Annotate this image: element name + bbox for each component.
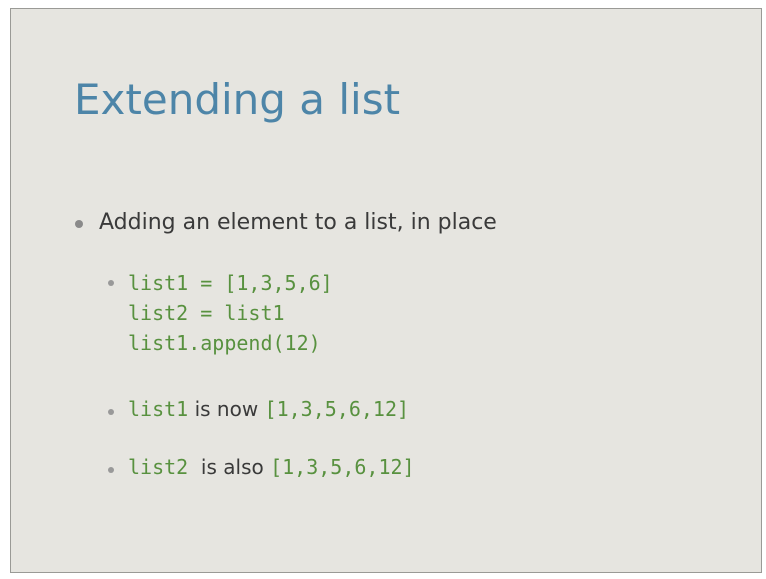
- code-block: list1 = [1,3,5,6] list2 = list1 list1.ap…: [128, 268, 333, 358]
- code-line: list2 = list1: [128, 301, 285, 325]
- slide-title: Extending a list: [74, 75, 401, 124]
- inline-code-list2: list2: [128, 455, 189, 479]
- code-line: list1.append(12): [128, 331, 321, 355]
- bullet-dot-icon: [108, 409, 114, 415]
- bullet-dot-icon: [75, 220, 83, 228]
- bullet-dot-icon: [108, 280, 114, 286]
- bullet-list2-result: list2 is also [1,3,5,6,12]: [128, 455, 415, 480]
- inline-code-list1-value: [1,3,5,6,12]: [264, 397, 410, 421]
- bullet-list2-text: is also: [188, 455, 271, 479]
- inline-code-list1: list1: [128, 397, 189, 421]
- main-bullet-text: Adding an element to a list, in place: [99, 210, 497, 235]
- inline-code-list2-value: [1,3,5,6,12]: [270, 455, 415, 479]
- slide: Extending a list Adding an element to a …: [10, 8, 762, 573]
- bullet-dot-icon: [108, 467, 114, 473]
- code-line: list1 = [1,3,5,6]: [128, 271, 333, 295]
- bullet-list1-result: list1 is now [1,3,5,6,12]: [128, 397, 409, 422]
- bullet-list1-text: is now: [188, 397, 265, 421]
